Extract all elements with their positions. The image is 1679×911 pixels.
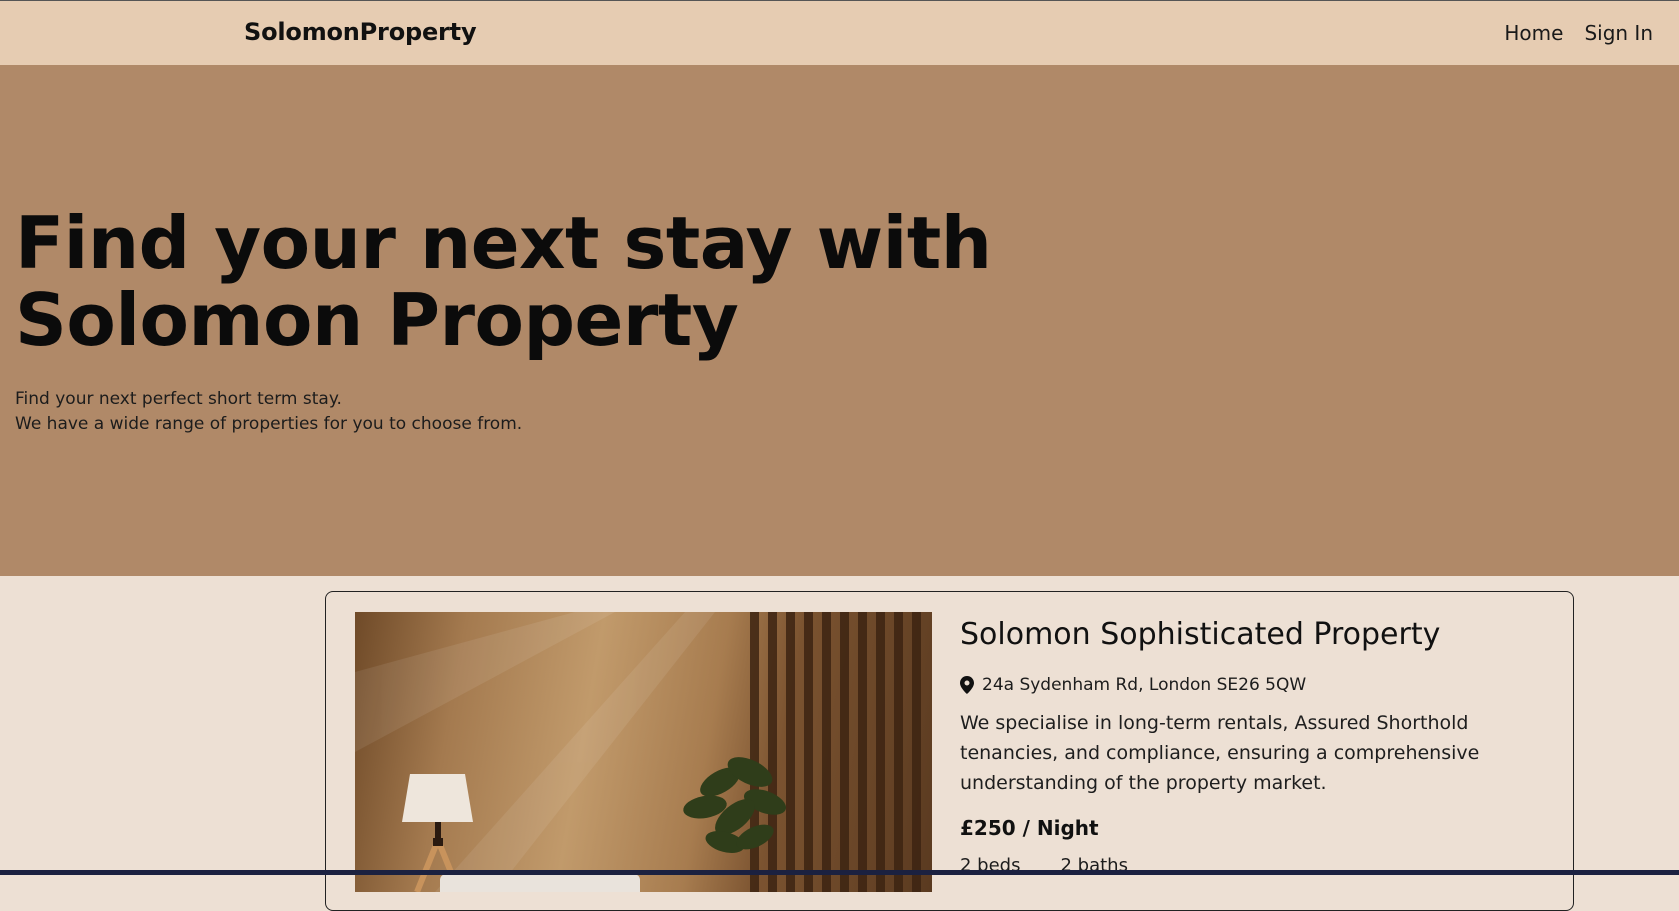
property-address-text: 24a Sydenham Rd, London SE26 5QW xyxy=(982,675,1307,695)
nav-links: Home Sign In xyxy=(1504,21,1653,45)
location-pin-icon xyxy=(960,676,974,694)
navbar: SolomonProperty Home Sign In xyxy=(0,1,1679,65)
property-title[interactable]: Solomon Sophisticated Property xyxy=(960,617,1440,652)
window-bottom-bar xyxy=(0,870,1679,875)
brand-logo[interactable]: SolomonProperty xyxy=(244,18,477,46)
hero-subtitle: Find your next perfect short term stay. … xyxy=(15,387,522,437)
hero-subtitle-line: We have a wide range of properties for y… xyxy=(15,414,523,434)
nav-sign-in-link[interactable]: Sign In xyxy=(1584,21,1653,45)
hero-subtitle-line: Find your next perfect short term stay. xyxy=(15,389,342,409)
property-price: £250 / Night xyxy=(960,816,1099,840)
property-card[interactable]: Solomon Sophisticated Property 24a Syden… xyxy=(325,591,1574,911)
property-address: 24a Sydenham Rd, London SE26 5QW xyxy=(960,675,1306,695)
hero-title: Find your next stay with Solomon Propert… xyxy=(15,201,992,362)
property-description: We specialise in long-term rentals, Assu… xyxy=(960,712,1480,794)
nav-home-link[interactable]: Home xyxy=(1504,21,1563,45)
hero-section: Find your next stay with Solomon Propert… xyxy=(0,65,1679,576)
property-image[interactable] xyxy=(355,612,932,892)
